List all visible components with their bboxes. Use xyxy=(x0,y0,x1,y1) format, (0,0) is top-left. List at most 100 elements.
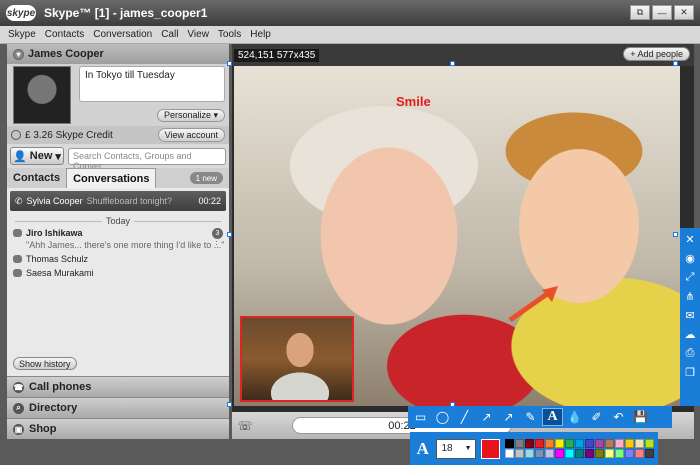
selection-handle[interactable] xyxy=(227,232,232,237)
annotation-text[interactable]: Smile xyxy=(396,94,431,109)
color-swatch[interactable] xyxy=(535,449,544,458)
menu-tools[interactable]: Tools xyxy=(218,29,241,40)
expand-icon[interactable]: ⤢ xyxy=(682,269,698,285)
color-swatch[interactable] xyxy=(635,439,644,448)
current-color-swatch[interactable] xyxy=(480,438,500,459)
color-swatch[interactable] xyxy=(615,449,624,458)
shop-bar[interactable]: ▣ Shop xyxy=(7,418,229,439)
brush-tool-icon[interactable]: ✎ xyxy=(520,408,541,426)
save-tool-icon[interactable]: 💾 xyxy=(630,408,651,426)
new-badge: 1 new xyxy=(189,172,223,184)
color-swatch[interactable] xyxy=(545,449,554,458)
menu-view[interactable]: View xyxy=(187,29,209,40)
color-swatch[interactable] xyxy=(585,449,594,458)
color-swatch[interactable] xyxy=(525,439,534,448)
color-swatch[interactable] xyxy=(565,449,574,458)
show-history-button[interactable]: Show history xyxy=(13,357,77,370)
copy-icon[interactable]: ❐ xyxy=(682,364,698,380)
color-swatch[interactable] xyxy=(625,439,634,448)
rectangle-tool-icon[interactable]: ▭ xyxy=(410,408,431,426)
selection-handle[interactable] xyxy=(673,232,678,237)
video-top-bar: 524,151 577x435 + Add people xyxy=(232,44,694,66)
menu-help[interactable]: Help xyxy=(250,29,271,40)
chat-bubble-icon xyxy=(13,269,22,277)
new-button[interactable]: 👤 New ▾ xyxy=(10,147,64,165)
tab-contacts[interactable]: Contacts xyxy=(7,168,66,188)
call-phones-bar[interactable]: ☎ Call phones xyxy=(7,376,229,397)
tab-conversations[interactable]: Conversations xyxy=(66,168,157,188)
selection-handle[interactable] xyxy=(673,61,678,66)
color-swatch[interactable] xyxy=(635,449,644,458)
credit-text[interactable]: £ 3.26 Skype Credit xyxy=(25,130,113,141)
window-controls: ⧉ — ✕ xyxy=(630,5,694,20)
directory-bar[interactable]: ⌕ Directory xyxy=(7,397,229,418)
color-swatch[interactable] xyxy=(595,449,604,458)
avatar[interactable] xyxy=(13,66,71,124)
color-swatch[interactable] xyxy=(575,439,584,448)
camera-icon[interactable]: ◉ xyxy=(682,250,698,266)
font-size-select[interactable]: 18 ▼ xyxy=(436,438,476,459)
line-tool-icon[interactable]: ╱ xyxy=(454,408,475,426)
active-call-row[interactable]: ✆ Sylvia Cooper Shuffleboard tonight? 00… xyxy=(10,191,226,211)
menu-skype[interactable]: Skype xyxy=(8,29,36,40)
color-swatch[interactable] xyxy=(615,439,624,448)
color-swatch[interactable] xyxy=(525,449,534,458)
more-icon[interactable]: ⋮ xyxy=(212,236,221,247)
minimize-button[interactable]: — xyxy=(652,5,672,20)
color-swatch[interactable] xyxy=(515,449,524,458)
color-swatch[interactable] xyxy=(605,439,614,448)
close-button[interactable]: ✕ xyxy=(674,5,694,20)
color-swatch[interactable] xyxy=(645,449,654,458)
list-item[interactable]: Thomas Schulz xyxy=(13,252,229,266)
close-icon[interactable]: ✕ xyxy=(682,231,698,247)
personalize-button[interactable]: Personalize ▾ xyxy=(156,109,225,122)
video-feed[interactable]: Smile xyxy=(234,66,680,406)
color-swatch[interactable] xyxy=(575,449,584,458)
conversation-name: Saesa Murakami xyxy=(26,268,94,278)
color-swatch[interactable] xyxy=(565,439,574,448)
mail-icon[interactable]: ✉ xyxy=(682,307,698,323)
color-swatch[interactable] xyxy=(535,439,544,448)
list-item[interactable]: Saesa Murakami xyxy=(13,266,229,280)
share-icon[interactable]: ⋔ xyxy=(682,288,698,304)
color-swatch[interactable] xyxy=(625,449,634,458)
color-swatch[interactable] xyxy=(585,439,594,448)
selection-handle[interactable] xyxy=(227,61,232,66)
selection-handle[interactable] xyxy=(227,402,232,407)
eraser-tool-icon[interactable]: ✐ xyxy=(586,408,607,426)
color-swatch[interactable] xyxy=(505,439,514,448)
color-swatch[interactable] xyxy=(515,439,524,448)
search-input[interactable]: Search Contacts, Groups and Conver... xyxy=(68,147,226,171)
curved-arrow-tool-icon[interactable]: ↗ xyxy=(498,408,519,426)
profile-header[interactable]: ▾ James Cooper xyxy=(7,44,229,64)
menu-conversation[interactable]: Conversation xyxy=(93,29,152,40)
color-swatch[interactable] xyxy=(605,449,614,458)
menu-contacts[interactable]: Contacts xyxy=(45,29,84,40)
font-icon: A xyxy=(416,438,429,458)
upload-icon[interactable]: ☁ xyxy=(682,326,698,342)
color-swatch[interactable] xyxy=(595,439,604,448)
restore-button[interactable]: ⧉ xyxy=(630,5,650,20)
conversation-name: Thomas Schulz xyxy=(26,254,89,264)
color-swatch[interactable] xyxy=(555,439,564,448)
color-swatch[interactable] xyxy=(645,439,654,448)
status-icon[interactable]: ▾ xyxy=(13,48,24,60)
arrow-tool-icon[interactable]: ↗ xyxy=(476,408,497,426)
list-item[interactable]: Jiro Ishikawa 3 "Ahh James... there's on… xyxy=(13,226,229,252)
view-account-button[interactable]: View account xyxy=(157,128,225,142)
print-icon[interactable]: ⎙ xyxy=(682,345,698,361)
mood-message[interactable]: In Tokyo till Tuesday xyxy=(79,66,225,102)
ellipse-tool-icon[interactable]: ◯ xyxy=(432,408,453,426)
menu-call[interactable]: Call xyxy=(161,29,178,40)
self-view-preview[interactable] xyxy=(240,316,354,402)
hang-up-icon[interactable]: ☏ xyxy=(232,415,258,437)
color-swatch[interactable] xyxy=(555,449,564,458)
annotation-arrow[interactable] xyxy=(506,284,562,324)
blur-tool-icon[interactable]: 💧 xyxy=(564,408,585,426)
selection-handle[interactable] xyxy=(450,61,455,66)
text-tool-icon[interactable]: A xyxy=(542,408,563,426)
add-people-button[interactable]: + Add people xyxy=(623,47,690,61)
color-swatch[interactable] xyxy=(545,439,554,448)
color-swatch[interactable] xyxy=(505,449,514,458)
undo-tool-icon[interactable]: ↶ xyxy=(608,408,629,426)
